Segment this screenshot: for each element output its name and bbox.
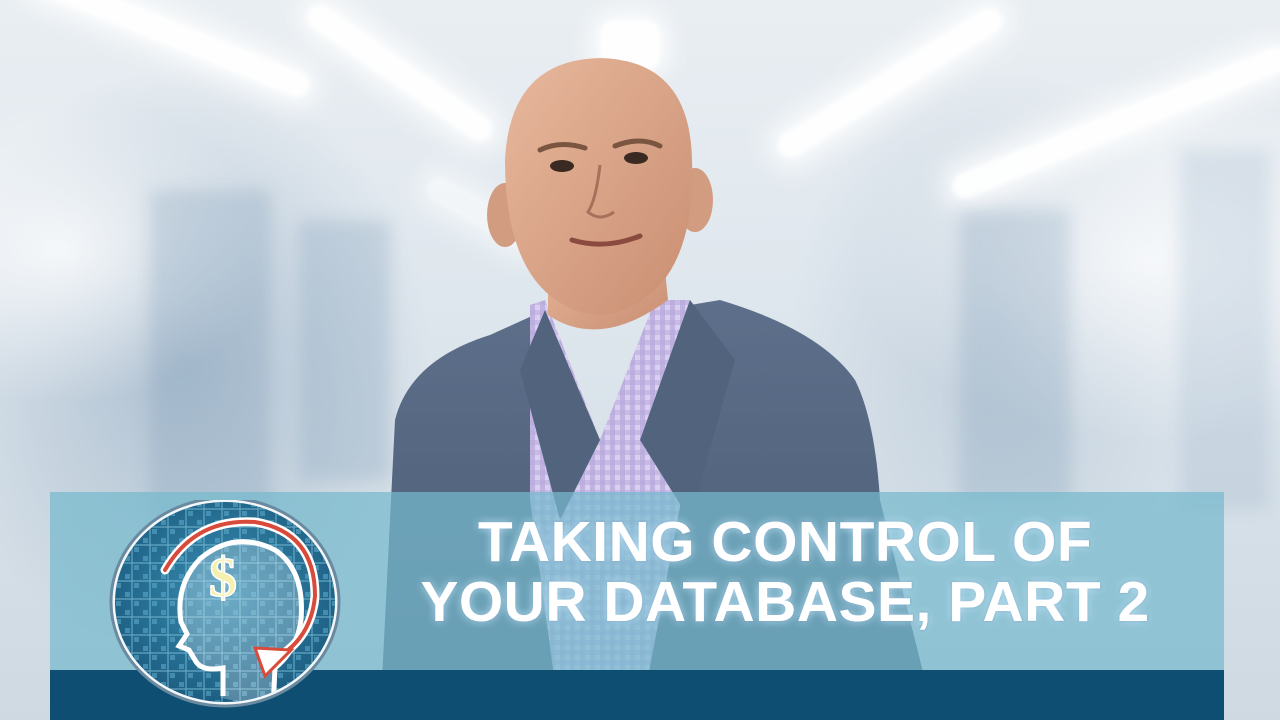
video-title: TAKING CONTROL OF YOUR DATABASE, PART 2 [345,512,1225,632]
title-line-2: YOUR DATABASE, PART 2 [420,570,1150,634]
head-dollar-logo-icon: $ [109,500,341,708]
title-line-1: TAKING CONTROL OF [477,510,1093,574]
video-frame: TAKING CONTROL OF YOUR DATABASE, PART 2 [0,0,1280,720]
head [505,58,693,315]
dollar-symbol: $ [209,547,237,609]
